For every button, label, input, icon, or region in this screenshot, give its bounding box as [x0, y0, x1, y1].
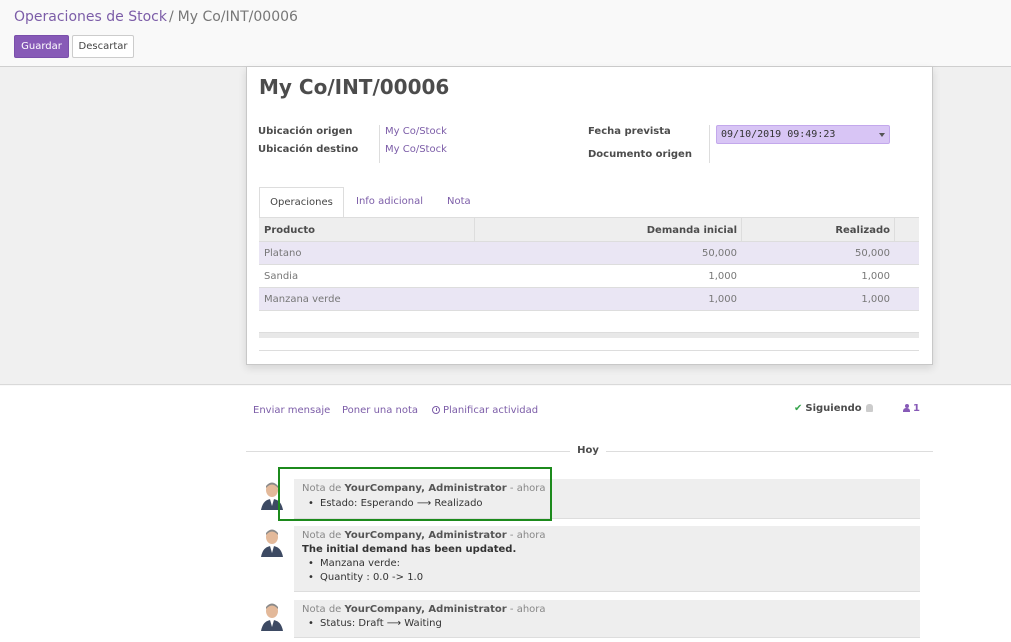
cell-done: 1,000: [861, 294, 890, 305]
highlight-box: [278, 467, 552, 521]
tab-nota[interactable]: Nota: [447, 187, 471, 218]
message-prefix: Nota de: [302, 530, 342, 541]
message-body: The initial demand has been updated.: [302, 544, 517, 555]
tracking-value: Status: Draft ⟶ Waiting: [308, 618, 442, 629]
message-time: - ahora: [509, 530, 546, 541]
cell-product: Manzana verde: [264, 294, 341, 305]
scheduled-date-label: Fecha prevista: [588, 126, 671, 137]
avatar: [258, 601, 286, 631]
breadcrumb: Operaciones de Stock / My Co/INT/00006: [14, 9, 298, 25]
cell-product: Platano: [264, 248, 302, 259]
breadcrumb-separator: /: [168, 9, 174, 25]
scheduled-date-value: 09/10/2019 09:49:23: [721, 129, 836, 140]
tab-info-adicional[interactable]: Info adicional: [356, 187, 423, 218]
field-divider: [709, 125, 710, 163]
source-location-field[interactable]: My Co/Stock: [385, 126, 447, 137]
discard-button[interactable]: Descartar: [72, 35, 134, 58]
scheduled-date-input[interactable]: 09/10/2019 09:49:23: [716, 125, 890, 144]
message-item: Nota de YourCompany, Administrator - aho…: [294, 526, 920, 592]
message-prefix: Nota de: [302, 604, 342, 615]
table-header: Producto Demanda inicial Realizado: [259, 218, 919, 242]
operations-table: Producto Demanda inicial Realizado Plata…: [259, 217, 919, 311]
dest-location-label: Ubicación destino: [258, 144, 359, 155]
column-header-product[interactable]: Producto: [264, 225, 315, 236]
schedule-activity-button[interactable]: Planificar actividad: [432, 405, 538, 416]
column-header-done[interactable]: Realizado: [835, 225, 890, 236]
following-label: Siguiendo: [805, 403, 862, 414]
column-header-demand[interactable]: Demanda inicial: [647, 225, 737, 236]
schedule-activity-label: Planificar actividad: [443, 405, 539, 416]
clock-icon: [432, 406, 440, 414]
breadcrumb-parent-link[interactable]: Operaciones de Stock: [14, 9, 167, 25]
message-item: Nota de YourCompany, Administrator - aho…: [294, 600, 920, 638]
dest-location-field[interactable]: My Co/Stock: [385, 144, 447, 155]
message-author[interactable]: YourCompany, Administrator: [345, 530, 507, 541]
user-icon: [903, 404, 910, 412]
cell-demand: 50,000: [702, 248, 737, 259]
check-icon: ✔: [794, 403, 803, 414]
message-header: Nota de YourCompany, Administrator - aho…: [302, 604, 546, 615]
save-button[interactable]: Guardar: [14, 35, 69, 58]
column-divider: [741, 218, 742, 242]
cell-done: 50,000: [855, 248, 890, 259]
cell-done: 1,000: [861, 271, 890, 282]
table-row[interactable]: Sandia 1,000 1,000: [259, 265, 919, 288]
caret-down-icon[interactable]: [879, 133, 885, 137]
cell-demand: 1,000: [708, 294, 737, 305]
message-header: Nota de YourCompany, Administrator - aho…: [302, 530, 546, 541]
send-message-button[interactable]: Enviar mensaje: [253, 405, 330, 416]
source-location-label: Ubicación origen: [258, 126, 353, 137]
list-item: Manzana verde:: [308, 558, 400, 569]
table-footer: [259, 332, 919, 338]
bell-icon[interactable]: [865, 404, 873, 412]
divider: [259, 350, 919, 351]
column-divider: [894, 218, 895, 242]
following-toggle[interactable]: ✔ Siguiendo: [794, 403, 873, 414]
breadcrumb-current: My Co/INT/00006: [177, 9, 298, 25]
avatar: [258, 527, 286, 557]
message-time: - ahora: [509, 604, 546, 615]
followers-count: 1: [913, 403, 920, 414]
form-sheet: My Co/INT/00006 Ubicación origen My Co/S…: [246, 67, 933, 365]
cell-product: Sandia: [264, 271, 299, 282]
source-document-label: Documento origen: [588, 149, 692, 160]
day-label: Hoy: [570, 445, 606, 456]
message-author[interactable]: YourCompany, Administrator: [345, 604, 507, 615]
list-item: Quantity : 0.0 -> 1.0: [308, 572, 423, 583]
table-row[interactable]: Platano 50,000 50,000: [259, 242, 919, 265]
notebook-tabs: Operaciones Info adicional Nota: [259, 187, 919, 218]
log-note-button[interactable]: Poner una nota: [342, 405, 418, 416]
column-divider: [474, 218, 475, 242]
followers-button[interactable]: 1: [903, 403, 920, 414]
control-panel: Operaciones de Stock / My Co/INT/00006 Gua…: [0, 0, 1011, 67]
field-divider: [379, 125, 380, 163]
page-title: My Co/INT/00006: [259, 75, 450, 99]
cell-demand: 1,000: [708, 271, 737, 282]
tab-operaciones[interactable]: Operaciones: [259, 187, 344, 218]
table-row[interactable]: Manzana verde 1,000 1,000: [259, 288, 919, 311]
